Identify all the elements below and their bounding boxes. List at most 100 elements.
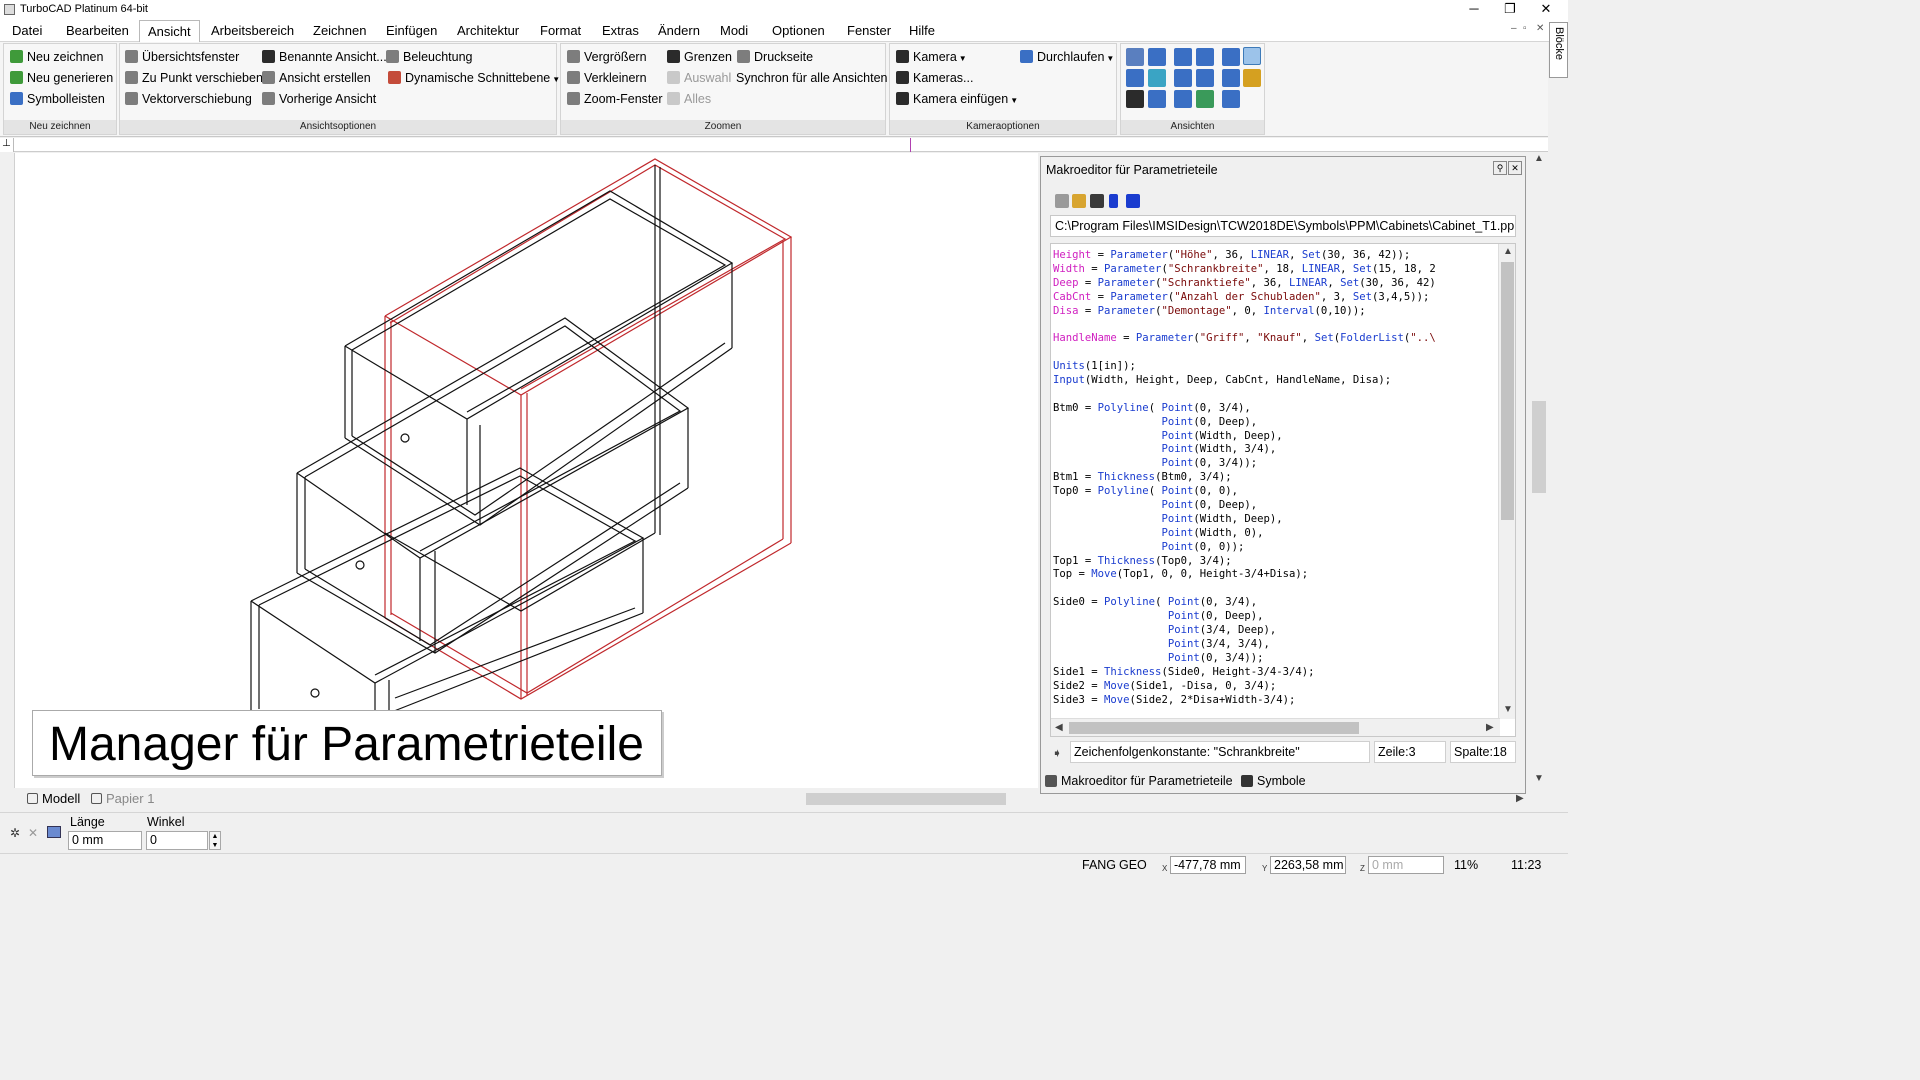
view-right-icon[interactable] <box>1174 48 1192 66</box>
view-box-icon[interactable] <box>1148 90 1166 108</box>
menu-aendern[interactable]: Ändern <box>658 23 700 38</box>
close-button[interactable]: ✕ <box>1528 0 1564 20</box>
menu-hilfe[interactable]: Hilfe <box>909 23 935 38</box>
code-line[interactable]: Top = Move(Top1, 0, 0, Height-3/4+Disa); <box>1053 568 1436 582</box>
scroll-up-icon[interactable]: ▲ <box>1503 246 1513 257</box>
mdi-minimize-button[interactable]: – <box>1511 23 1517 34</box>
code-line[interactable]: CabCnt = Parameter("Anzahl der Schublade… <box>1053 291 1436 305</box>
menu-fenster[interactable]: Fenster <box>847 23 891 38</box>
mdi-restore-button[interactable]: ▫ <box>1523 23 1527 34</box>
view-hidden-icon[interactable] <box>1196 90 1214 108</box>
z-coordinate[interactable]: 0 mm <box>1368 856 1444 874</box>
code-line[interactable] <box>1053 388 1436 402</box>
scroll-right-icon[interactable]: ▶ <box>1516 793 1524 804</box>
code-line[interactable]: Side3 = Move(Side2, 2*Disa+Width-3/4); <box>1053 694 1436 708</box>
verkleinern-button[interactable]: Verkleinern <box>567 68 647 88</box>
alles-button[interactable]: Alles <box>667 89 711 109</box>
code-line[interactable]: Point(0, 0)); <box>1053 541 1436 555</box>
code-editor[interactable]: Height = Parameter("Höhe", 36, LINEAR, S… <box>1050 243 1516 737</box>
y-coordinate[interactable]: 2263,58 mm <box>1270 856 1346 874</box>
code-line[interactable]: Height = Parameter("Höhe", 36, LINEAR, S… <box>1053 249 1436 263</box>
scroll-thumb[interactable] <box>806 793 1006 805</box>
new-file-icon[interactable] <box>1055 194 1069 208</box>
neu-generieren-button[interactable]: Neu generieren <box>10 68 113 88</box>
view-iso-icon[interactable] <box>1126 48 1144 66</box>
kamera-einfuegen-button[interactable]: Kamera einfügen ▼ <box>896 89 1018 109</box>
menu-architektur[interactable]: Architektur <box>457 23 519 38</box>
code-line[interactable]: Point(3/4, 3/4), <box>1053 638 1436 652</box>
angle-spinner[interactable]: ▲ ▼ <box>209 831 221 850</box>
run-step-icon[interactable] <box>1126 194 1140 208</box>
code-line[interactable]: Input(Width, Height, Deep, CabCnt, Handl… <box>1053 374 1436 388</box>
menu-extras[interactable]: Extras <box>602 23 639 38</box>
vektorverschiebung-button[interactable]: Vektorverschiebung <box>125 89 252 109</box>
ansicht-erstellen-button[interactable]: Ansicht erstellen <box>262 68 371 88</box>
code-line[interactable]: Point(Width, Deep), <box>1053 430 1436 444</box>
knob-middle[interactable] <box>355 560 365 570</box>
view-bottom-icon[interactable] <box>1174 69 1192 87</box>
zoom-fenster-button[interactable]: Zoom-Fenster <box>567 89 663 109</box>
code-text[interactable]: Height = Parameter("Höhe", 36, LINEAR, S… <box>1053 249 1436 707</box>
ruler-corner-icon[interactable]: ⊥ <box>0 138 14 152</box>
code-line[interactable]: Point(0, 3/4)); <box>1053 652 1436 666</box>
view-material-icon[interactable] <box>1243 69 1261 87</box>
scroll-thumb[interactable] <box>1069 722 1359 734</box>
zu-punkt-verschieben-button[interactable]: Zu Punkt verschieben <box>125 68 263 88</box>
view-back-icon[interactable] <box>1196 48 1214 66</box>
druckseite-button[interactable]: Druckseite <box>737 47 813 67</box>
knob-top[interactable] <box>400 433 410 443</box>
code-line[interactable]: Top0 = Polyline( Point(0, 0), <box>1053 485 1436 499</box>
snap-indicator[interactable]: FANG <box>1082 858 1116 872</box>
menu-arbeitsbereich[interactable]: Arbeitsbereich <box>211 23 294 38</box>
code-line[interactable]: Point(0, Deep), <box>1053 610 1436 624</box>
maximize-button[interactable]: ❐ <box>1492 0 1528 20</box>
code-line[interactable]: Width = Parameter("Schrankbreite", 18, L… <box>1053 263 1436 277</box>
code-line[interactable]: Units(1[in]); <box>1053 360 1436 374</box>
view-render-icon[interactable] <box>1222 48 1240 66</box>
menu-modi[interactable]: Modi <box>720 23 748 38</box>
tab-symbole[interactable]: Symbole <box>1241 771 1306 791</box>
view-wire-icon[interactable] <box>1174 90 1192 108</box>
menu-format[interactable]: Format <box>540 23 581 38</box>
code-line[interactable]: Point(0, Deep), <box>1053 416 1436 430</box>
vergroessern-button[interactable]: Vergrößern <box>567 47 647 67</box>
cancel-icon[interactable]: ✕ <box>28 826 40 840</box>
view-camera-icon[interactable] <box>1126 90 1144 108</box>
canvas-vertical-scrollbar[interactable]: ▲ ▼ <box>1530 153 1548 790</box>
knob-bottom[interactable] <box>310 688 320 698</box>
code-line[interactable] <box>1053 318 1436 332</box>
scroll-thumb[interactable] <box>1532 401 1546 493</box>
view-active-icon[interactable] <box>1243 47 1261 65</box>
scroll-thumb[interactable] <box>1501 262 1514 520</box>
scroll-left-icon[interactable]: ◀ <box>1055 722 1063 733</box>
table-icon[interactable] <box>47 826 61 838</box>
geo-indicator[interactable]: GEO <box>1119 858 1147 872</box>
code-line[interactable]: Disa = Parameter("Demontage", 0, Interva… <box>1053 305 1436 319</box>
auswahl-button[interactable]: Auswahl <box>667 68 731 88</box>
scroll-right-icon[interactable]: ▶ <box>1486 722 1494 733</box>
editor-vertical-scrollbar[interactable]: ▲ ▼ <box>1498 244 1515 719</box>
code-line[interactable]: Btm0 = Polyline( Point(0, 3/4), <box>1053 402 1436 416</box>
view-top-icon[interactable] <box>1126 69 1144 87</box>
code-line[interactable]: Deep = Parameter("Schranktiefe", 36, LIN… <box>1053 277 1436 291</box>
kamera-button[interactable]: Kamera ▼ <box>896 47 967 67</box>
code-line[interactable]: HandleName = Parameter("Griff", "Knauf",… <box>1053 332 1436 346</box>
file-path-field[interactable]: C:\Program Files\IMSIDesign\TCW2018DE\Sy… <box>1050 215 1516 237</box>
code-line[interactable]: Point(0, Deep), <box>1053 499 1436 513</box>
menu-optionen[interactable]: Optionen <box>772 23 825 38</box>
code-line[interactable]: Top1 = Thickness(Top0, 3/4); <box>1053 555 1436 569</box>
code-line[interactable]: Point(0, 3/4)); <box>1053 457 1436 471</box>
view-cube-icon[interactable] <box>1196 69 1214 87</box>
view-shaded-icon[interactable] <box>1222 69 1240 87</box>
angle-input[interactable]: 0 <box>146 831 208 850</box>
side-tab-bloecke[interactable]: Blöcke <box>1549 22 1568 78</box>
save-icon[interactable] <box>1090 194 1104 208</box>
menu-zeichnen[interactable]: Zeichnen <box>313 23 366 38</box>
panel-close-icon[interactable]: ✕ <box>1508 161 1522 175</box>
benannte-ansicht-button[interactable]: Benannte Ansicht... <box>262 47 387 67</box>
code-line[interactable]: Point(Width, 3/4), <box>1053 443 1436 457</box>
scroll-down-icon[interactable]: ▼ <box>1503 704 1513 715</box>
run-icon[interactable] <box>1109 194 1118 208</box>
minimize-button[interactable]: ─ <box>1456 0 1492 20</box>
tool-icon[interactable]: ✲ <box>10 826 24 840</box>
